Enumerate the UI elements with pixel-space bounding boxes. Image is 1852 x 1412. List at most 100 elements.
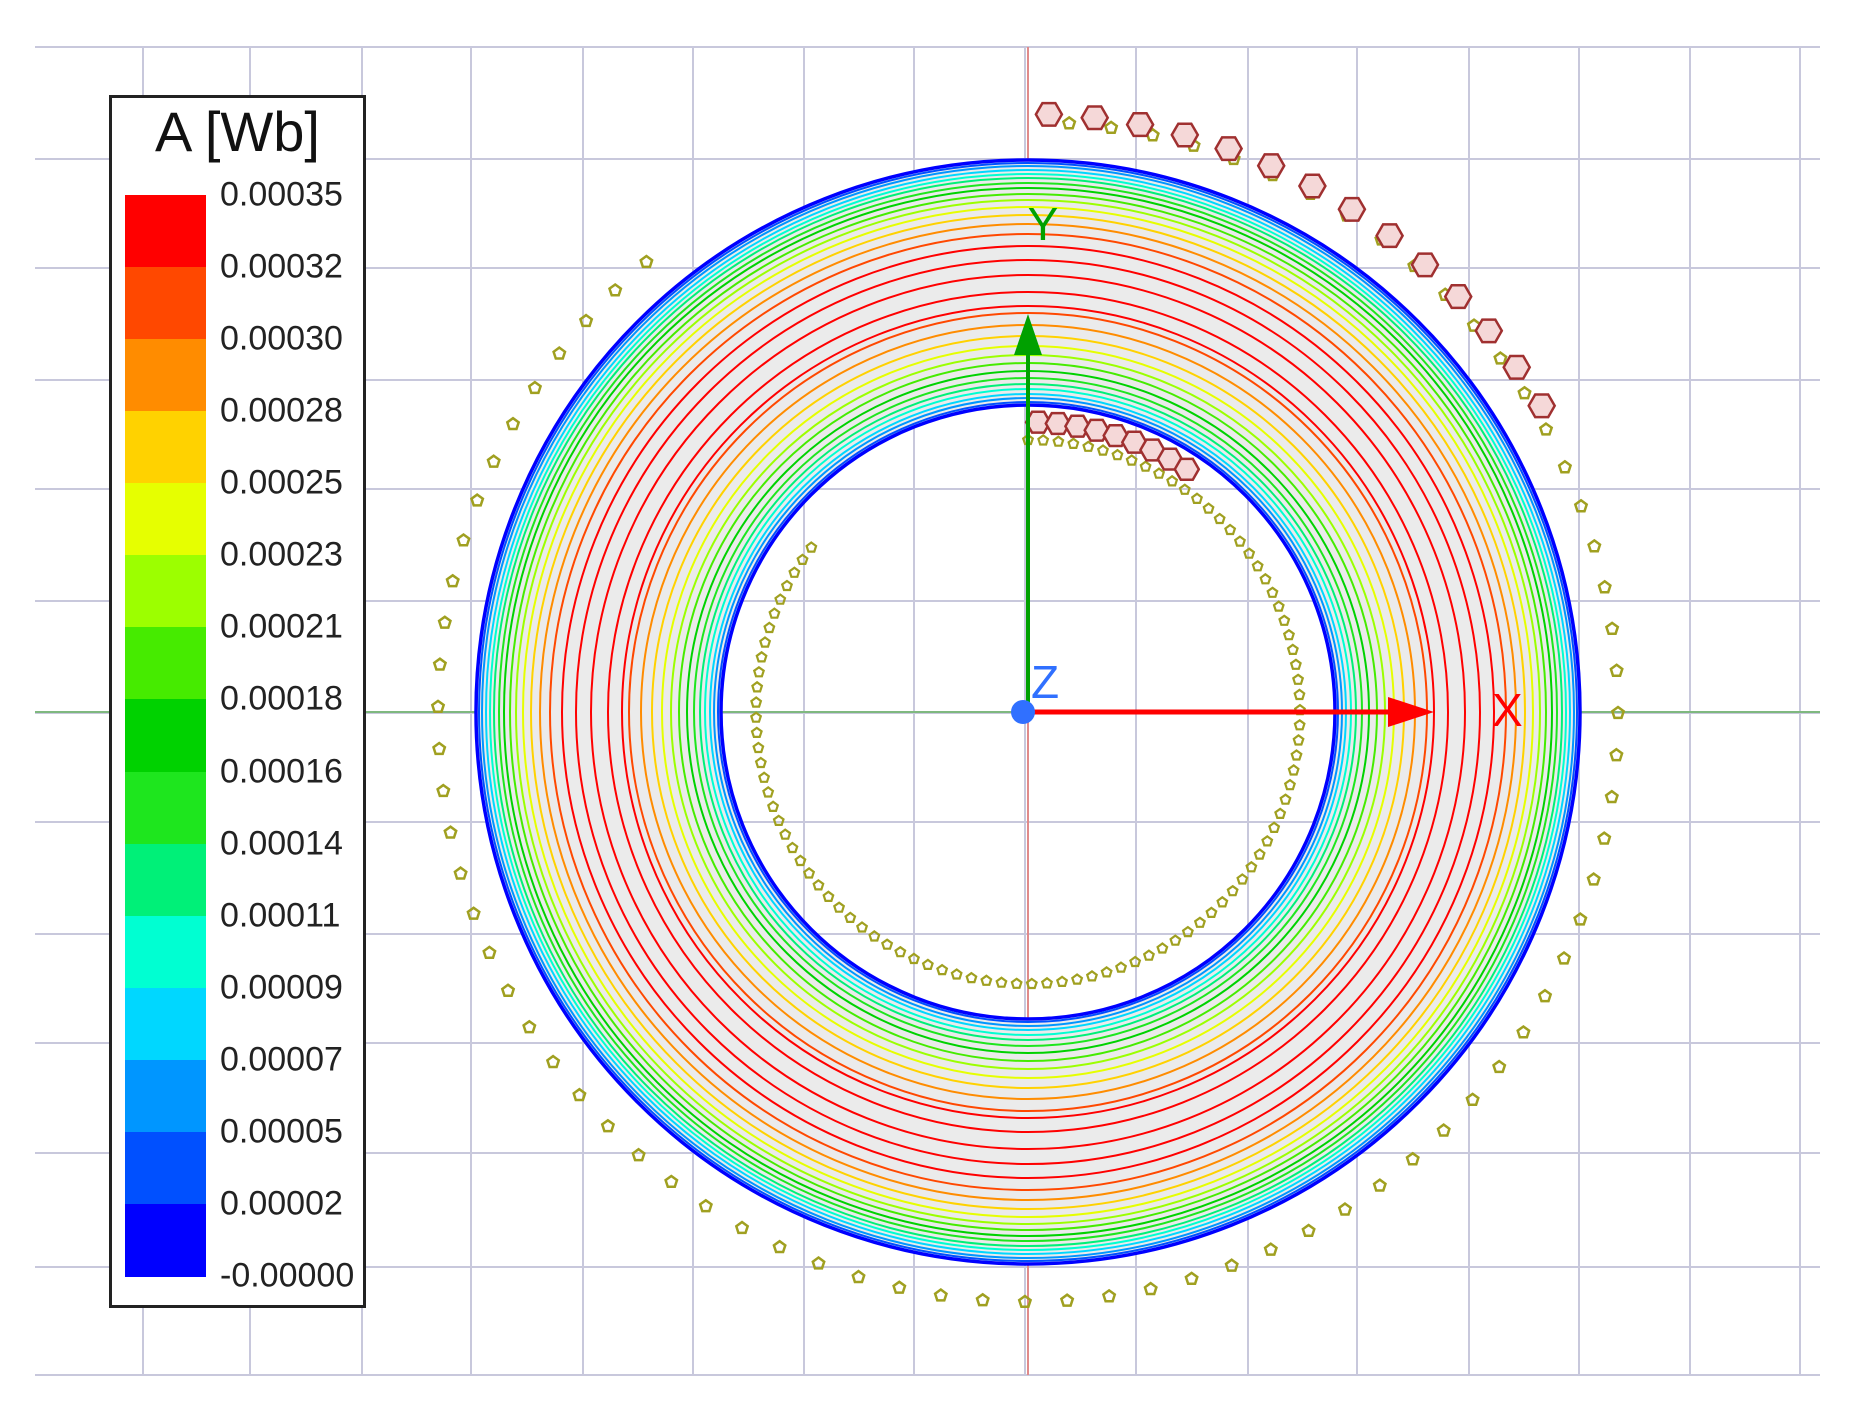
inner-winding-marker xyxy=(995,976,1008,988)
inner-winding-marker xyxy=(754,756,767,769)
outer-conductor-marker xyxy=(1443,284,1473,310)
outer-winding-marker xyxy=(631,1147,646,1162)
legend-swatch xyxy=(125,915,206,989)
outer-winding-marker xyxy=(1557,459,1573,474)
inner-winding-marker xyxy=(1085,970,1098,982)
outer-winding-marker xyxy=(1465,1092,1480,1106)
inner-winding-marker xyxy=(1202,502,1215,514)
legend-value-label: 0.00032 xyxy=(220,247,343,286)
inner-winding-marker xyxy=(1286,643,1299,656)
outer-winding-marker xyxy=(1061,115,1077,130)
outer-winding-marker xyxy=(892,1280,907,1294)
outer-winding-marker xyxy=(1573,912,1588,926)
legend-value-label: 0.00016 xyxy=(220,752,343,791)
inner-winding-marker xyxy=(774,593,787,605)
outer-winding-marker xyxy=(552,346,567,360)
outer-winding-marker xyxy=(522,1019,537,1034)
outer-winding-marker xyxy=(437,615,452,629)
legend-swatch xyxy=(125,267,206,341)
outer-winding-marker xyxy=(445,573,460,588)
outer-conductor-marker xyxy=(1170,122,1200,148)
outer-conductor-marker xyxy=(1034,101,1064,127)
inner-winding-marker xyxy=(758,771,771,783)
outer-winding-marker xyxy=(430,699,446,713)
inner-winding-marker xyxy=(1025,977,1038,990)
legend-color-bar xyxy=(125,195,206,1277)
inner-winding-marker xyxy=(1010,977,1023,989)
legend-value-label: 0.00028 xyxy=(220,391,343,430)
outer-winding-marker xyxy=(1143,1281,1158,1296)
outer-conductor-marker xyxy=(1214,136,1244,162)
outer-winding-marker xyxy=(1609,663,1624,677)
inner-winding-marker xyxy=(1139,460,1152,472)
outer-winding-marker xyxy=(1103,120,1119,134)
inner-winding-marker xyxy=(780,579,793,592)
outer-winding-marker xyxy=(1556,950,1572,965)
inner-winding-marker xyxy=(1216,895,1229,908)
outer-winding-marker xyxy=(600,1118,616,1133)
inner-winding-marker xyxy=(1111,448,1124,461)
legend-title: A [Wb] xyxy=(155,100,320,163)
y-axis-label: Y xyxy=(1028,198,1059,250)
outer-winding-marker xyxy=(1587,538,1602,553)
inner-winding-marker xyxy=(1245,860,1258,873)
inner-winding-marker xyxy=(803,867,816,879)
inner-winding-marker xyxy=(1037,434,1050,446)
inner-winding-marker xyxy=(755,650,768,663)
outer-winding-marker xyxy=(500,983,516,997)
outer-winding-marker xyxy=(432,741,447,756)
inner-winding-marker xyxy=(1236,873,1249,885)
inner-winding-marker xyxy=(1292,734,1305,746)
inner-winding-marker xyxy=(1082,440,1095,452)
legend-swatch xyxy=(125,1059,206,1133)
inner-winding-marker xyxy=(1293,688,1306,701)
outer-winding-marker xyxy=(1604,621,1620,635)
legend-swatch xyxy=(125,699,206,773)
magnetic-field-viewport[interactable]: X Y Z A [Wb] 0.00035 0.00032 0.00030 0.0002… xyxy=(0,0,1852,1412)
outer-winding-marker xyxy=(436,783,451,798)
outer-winding-marker xyxy=(456,532,471,547)
inner-winding-marker xyxy=(856,921,869,933)
inner-winding-marker xyxy=(805,541,818,553)
outer-conductor-marker xyxy=(1256,153,1286,179)
inner-winding-marker xyxy=(1290,749,1303,761)
inner-winding-marker xyxy=(1251,559,1264,572)
legend-value-label: 0.00002 xyxy=(220,1184,343,1223)
inner-winding-marker xyxy=(950,968,963,980)
legend-value-label: 0.00018 xyxy=(220,679,343,718)
outer-winding-marker xyxy=(1372,1178,1387,1192)
outer-conductor-marker xyxy=(1297,173,1327,199)
outer-winding-marker xyxy=(1224,1258,1239,1272)
outer-winding-marker xyxy=(466,906,481,920)
inner-winding-marker xyxy=(1153,467,1166,479)
legend-value-label: 0.00021 xyxy=(220,607,343,646)
inner-winding-marker xyxy=(759,636,772,648)
outer-winding-marker xyxy=(608,282,623,297)
inner-winding-marker xyxy=(1052,435,1065,447)
outer-winding-marker xyxy=(453,866,468,880)
inner-winding-marker xyxy=(786,841,799,854)
inner-winding-marker xyxy=(1156,942,1169,954)
outer-winding-marker xyxy=(1573,498,1589,513)
outer-winding-marker xyxy=(505,416,521,431)
inner-winding-marker xyxy=(752,665,765,678)
legend-value-label: 0.00030 xyxy=(220,319,343,358)
inner-winding-marker xyxy=(1259,572,1272,585)
inner-winding-marker xyxy=(750,696,763,708)
outer-winding-marker xyxy=(1517,385,1532,400)
inner-winding-marker xyxy=(1272,600,1285,612)
inner-winding-marker xyxy=(772,814,785,827)
inner-winding-marker xyxy=(1287,764,1300,776)
inner-winding-marker xyxy=(1226,884,1239,897)
outer-winding-marker xyxy=(1436,1123,1451,1137)
inner-winding-marker xyxy=(794,854,807,867)
inner-winding-marker xyxy=(894,945,907,958)
outer-winding-marker xyxy=(1604,789,1619,804)
legend-value-label: 0.00011 xyxy=(220,896,341,935)
inner-winding-marker xyxy=(752,741,765,754)
inner-winding-marker xyxy=(1193,916,1206,928)
inner-winding-marker xyxy=(1278,614,1291,626)
inner-winding-marker xyxy=(1213,512,1226,525)
inner-winding-marker xyxy=(763,621,776,634)
inner-winding-marker xyxy=(1096,444,1109,456)
